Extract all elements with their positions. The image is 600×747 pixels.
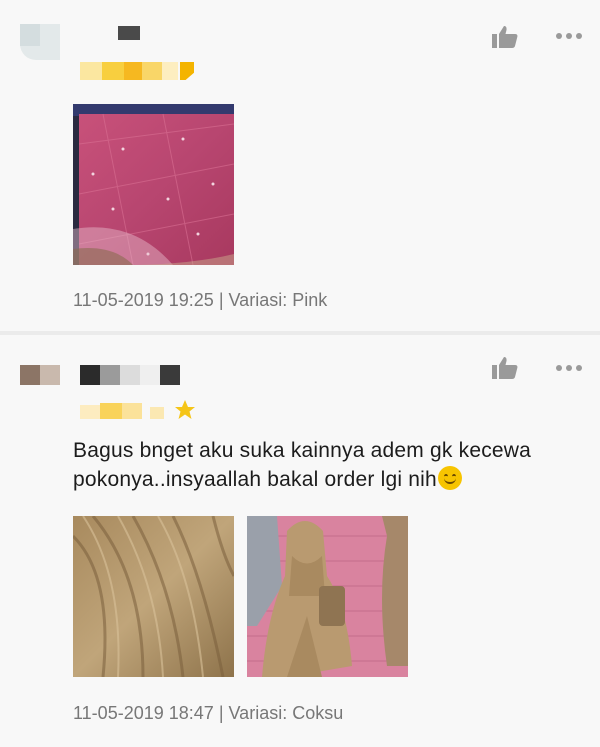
- review-meta: 11-05-2019 19:25 | Variasi: Pink: [73, 290, 327, 311]
- smile-emoji-icon: [437, 466, 462, 490]
- review-date: 11-05-2019 19:25: [73, 290, 214, 310]
- review-variation: Variasi: Coksu: [228, 703, 344, 723]
- review-text-line: Bagus bnget aku suka kainnya adem gk kec…: [73, 439, 532, 462]
- meta-separator: |: [218, 703, 224, 723]
- pink-fabric-photo[interactable]: [73, 104, 234, 265]
- reviewer-name-blurred: [118, 26, 140, 40]
- hijab-model-photo[interactable]: [247, 516, 408, 677]
- more-options-icon[interactable]: [556, 29, 586, 43]
- star-rating-blurred: [80, 60, 200, 82]
- review-text-line: pokonya..insyaallah bakal order lgi nih: [73, 465, 588, 494]
- meta-separator: |: [218, 290, 224, 310]
- more-options-icon[interactable]: [556, 361, 586, 375]
- review-meta: 11-05-2019 18:47 | Variasi: Coksu: [73, 703, 343, 724]
- review-text-line-2: pokonya..insyaallah bakal order lgi nih: [73, 468, 437, 491]
- avatar[interactable]: [20, 365, 60, 385]
- thumbs-up-icon[interactable]: [492, 357, 520, 381]
- review-card: 11-05-2019 19:25 | Variasi: Pink: [0, 0, 600, 331]
- star-rating-blurred: [80, 399, 200, 421]
- reviewer-name-blurred: [80, 365, 180, 385]
- brown-fabric-photo[interactable]: [73, 516, 234, 677]
- review-text: Bagus bnget aku suka kainnya adem gk kec…: [73, 436, 588, 494]
- avatar[interactable]: [20, 24, 60, 60]
- review-variation: Variasi: Pink: [228, 290, 328, 310]
- review-date: 11-05-2019 18:47: [73, 703, 214, 723]
- thumbs-up-icon[interactable]: [492, 26, 520, 50]
